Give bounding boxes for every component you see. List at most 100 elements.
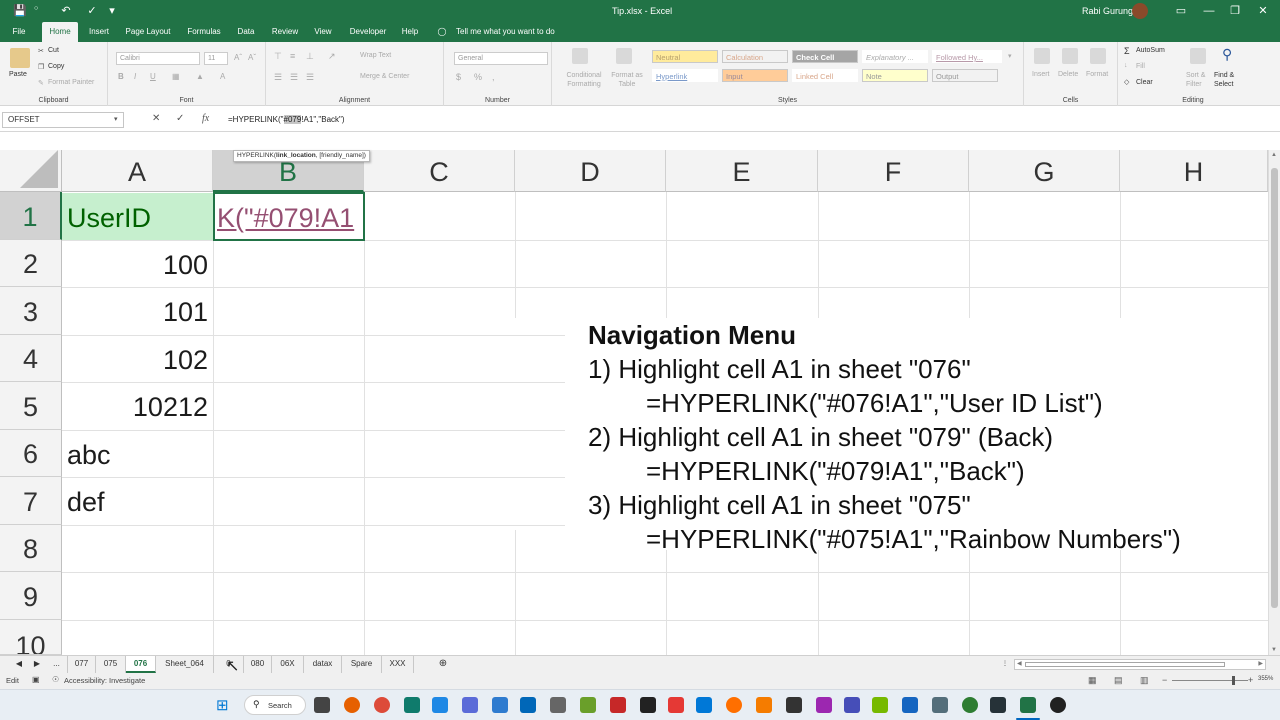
column-header-d[interactable]: D xyxy=(515,150,666,192)
autosave-toggle[interactable]: ○ xyxy=(34,5,38,12)
page-break-view-icon[interactable]: ▥ xyxy=(1140,675,1149,686)
teams-chat-icon[interactable] xyxy=(462,697,478,713)
select-all-corner[interactable] xyxy=(0,150,62,192)
zoom-slider-thumb[interactable] xyxy=(1232,676,1235,685)
format-cells-icon[interactable] xyxy=(1090,48,1106,64)
align-left-icon[interactable]: ☰ xyxy=(274,72,282,83)
zoom-in-icon[interactable]: + xyxy=(1248,675,1253,685)
delete-cells-icon[interactable] xyxy=(1062,48,1078,64)
calculator-icon[interactable] xyxy=(550,697,566,713)
zoom-level[interactable]: 355% xyxy=(1258,676,1273,682)
cell-a2[interactable]: 100 xyxy=(62,240,213,287)
underline-icon[interactable]: U xyxy=(150,72,156,81)
style-followed-hyperlink[interactable]: Followed Hy... xyxy=(932,50,1002,63)
fill-icon[interactable]: ↓ xyxy=(1124,62,1128,69)
row-header-10[interactable]: 10 xyxy=(0,620,62,655)
copy-button[interactable]: Copy xyxy=(48,63,64,70)
row-header-6[interactable]: 6 xyxy=(0,430,62,477)
horizontal-scroll-thumb[interactable] xyxy=(1025,662,1225,667)
obs-icon[interactable] xyxy=(1050,697,1066,713)
cell-a6[interactable]: abc xyxy=(62,430,213,477)
cell-a1[interactable]: UserID xyxy=(62,193,213,240)
avatar[interactable] xyxy=(1132,3,1148,19)
restore-icon[interactable]: ❐ xyxy=(1222,0,1248,22)
comma-icon[interactable]: , xyxy=(492,72,495,82)
align-bottom-icon[interactable]: ⊥ xyxy=(306,51,314,62)
row-header-7[interactable]: 7 xyxy=(0,477,62,525)
align-top-icon[interactable]: ⊤ xyxy=(274,51,282,62)
sheet-tab-077[interactable]: 077 xyxy=(68,656,96,673)
column-header-c[interactable]: C xyxy=(364,150,515,192)
row-header-2[interactable]: 2 xyxy=(0,240,62,287)
cell-a5[interactable]: 10212 xyxy=(62,382,213,430)
split-handle-icon[interactable]: ⋮ xyxy=(1000,656,1010,673)
media-icon[interactable] xyxy=(902,697,918,713)
column-header-a[interactable]: A xyxy=(62,150,213,192)
bold-icon[interactable]: B xyxy=(118,72,124,81)
fill-color-icon[interactable]: ▲ xyxy=(196,72,204,81)
github-icon[interactable] xyxy=(640,697,656,713)
merge-center-button[interactable]: Merge & Center xyxy=(360,73,409,80)
tell-me-search[interactable]: Tell me what you want to do xyxy=(456,22,555,42)
styles-more-icon[interactable]: ▾ xyxy=(1008,52,1012,60)
cell-b1[interactable]: K("#079!A1 xyxy=(213,192,365,241)
conditional-formatting-icon[interactable] xyxy=(572,48,588,64)
tab-view[interactable]: View xyxy=(312,22,334,42)
copy-icon[interactable]: ❐ xyxy=(38,63,44,71)
sheet-tab-080[interactable]: 080 xyxy=(244,656,272,673)
find-select-button[interactable]: Find & Select xyxy=(1214,71,1246,89)
excel-icon[interactable] xyxy=(1020,697,1036,713)
cell-a3[interactable]: 101 xyxy=(62,287,213,335)
customize-icon[interactable]: ✓ xyxy=(84,3,100,19)
sheet-tab-xxx[interactable]: XXX xyxy=(382,656,414,673)
cut-button[interactable]: Cut xyxy=(48,47,59,54)
align-center-icon[interactable]: ☰ xyxy=(290,72,298,83)
orientation-icon[interactable]: ↗ xyxy=(328,51,336,62)
sublime-icon[interactable] xyxy=(786,697,802,713)
cancel-icon[interactable]: ✕ xyxy=(152,113,160,124)
tab-home[interactable]: Home xyxy=(42,22,78,42)
macro-record-icon[interactable]: ▣ xyxy=(32,675,40,684)
scroll-right-icon[interactable]: ▶ xyxy=(1258,660,1263,667)
undo-icon[interactable]: ↶ xyxy=(58,3,74,19)
calendar-icon[interactable] xyxy=(432,697,448,713)
conditional-formatting-button[interactable]: Conditional Formatting xyxy=(560,71,608,89)
find-icon[interactable]: ⚲ xyxy=(1222,46,1232,63)
autosum-icon[interactable]: Σ xyxy=(1124,46,1130,56)
accessibility-status[interactable]: Accessibility: Investigate xyxy=(64,676,145,685)
style-note[interactable]: Note xyxy=(862,69,928,82)
youtube-icon[interactable] xyxy=(668,697,684,713)
name-box[interactable]: OFFSET xyxy=(2,112,124,128)
row-header-9[interactable]: 9 xyxy=(0,572,62,620)
insert-cells-icon[interactable] xyxy=(1034,48,1050,64)
sheet-tab-spare[interactable]: Spare xyxy=(342,656,382,673)
tab-data[interactable]: Data xyxy=(234,22,258,42)
enter-icon[interactable]: ✓ xyxy=(176,113,184,124)
taskbar-search[interactable]: ⚲ Search xyxy=(244,695,306,715)
row-header-3[interactable]: 3 xyxy=(0,287,62,335)
column-header-e[interactable]: E xyxy=(666,150,818,192)
save-icon[interactable]: 💾 xyxy=(12,3,28,19)
column-header-h[interactable]: H xyxy=(1120,150,1268,192)
sheet-tab-sheet-064[interactable]: Sheet_064 xyxy=(156,656,214,673)
task-view-icon[interactable] xyxy=(314,697,330,713)
style-input[interactable]: Input xyxy=(722,69,788,82)
style-output[interactable]: Output xyxy=(932,69,998,82)
user-name[interactable]: Rabi Gurung xyxy=(1082,6,1133,16)
tab-help[interactable]: Help xyxy=(398,22,422,42)
font-size-field[interactable]: 11 xyxy=(204,52,228,65)
italic-icon[interactable]: I xyxy=(134,72,136,81)
minimize-icon[interactable]: — xyxy=(1196,0,1222,22)
sheet-tab-076[interactable]: 076 xyxy=(126,656,156,673)
delete-cells-button[interactable]: Delete xyxy=(1058,71,1078,78)
column-header-g[interactable]: G xyxy=(969,150,1120,192)
tab-developer[interactable]: Developer xyxy=(346,22,390,42)
tab-formulas[interactable]: Formulas xyxy=(184,22,224,42)
align-middle-icon[interactable]: ≡ xyxy=(290,51,295,61)
notepad-icon[interactable] xyxy=(580,697,596,713)
align-right-icon[interactable]: ☰ xyxy=(306,72,314,83)
font-color-icon[interactable]: A xyxy=(220,72,225,81)
zoom-slider[interactable] xyxy=(1172,680,1248,681)
clear-button[interactable]: Clear xyxy=(1136,79,1153,86)
terminal-icon[interactable] xyxy=(990,697,1006,713)
